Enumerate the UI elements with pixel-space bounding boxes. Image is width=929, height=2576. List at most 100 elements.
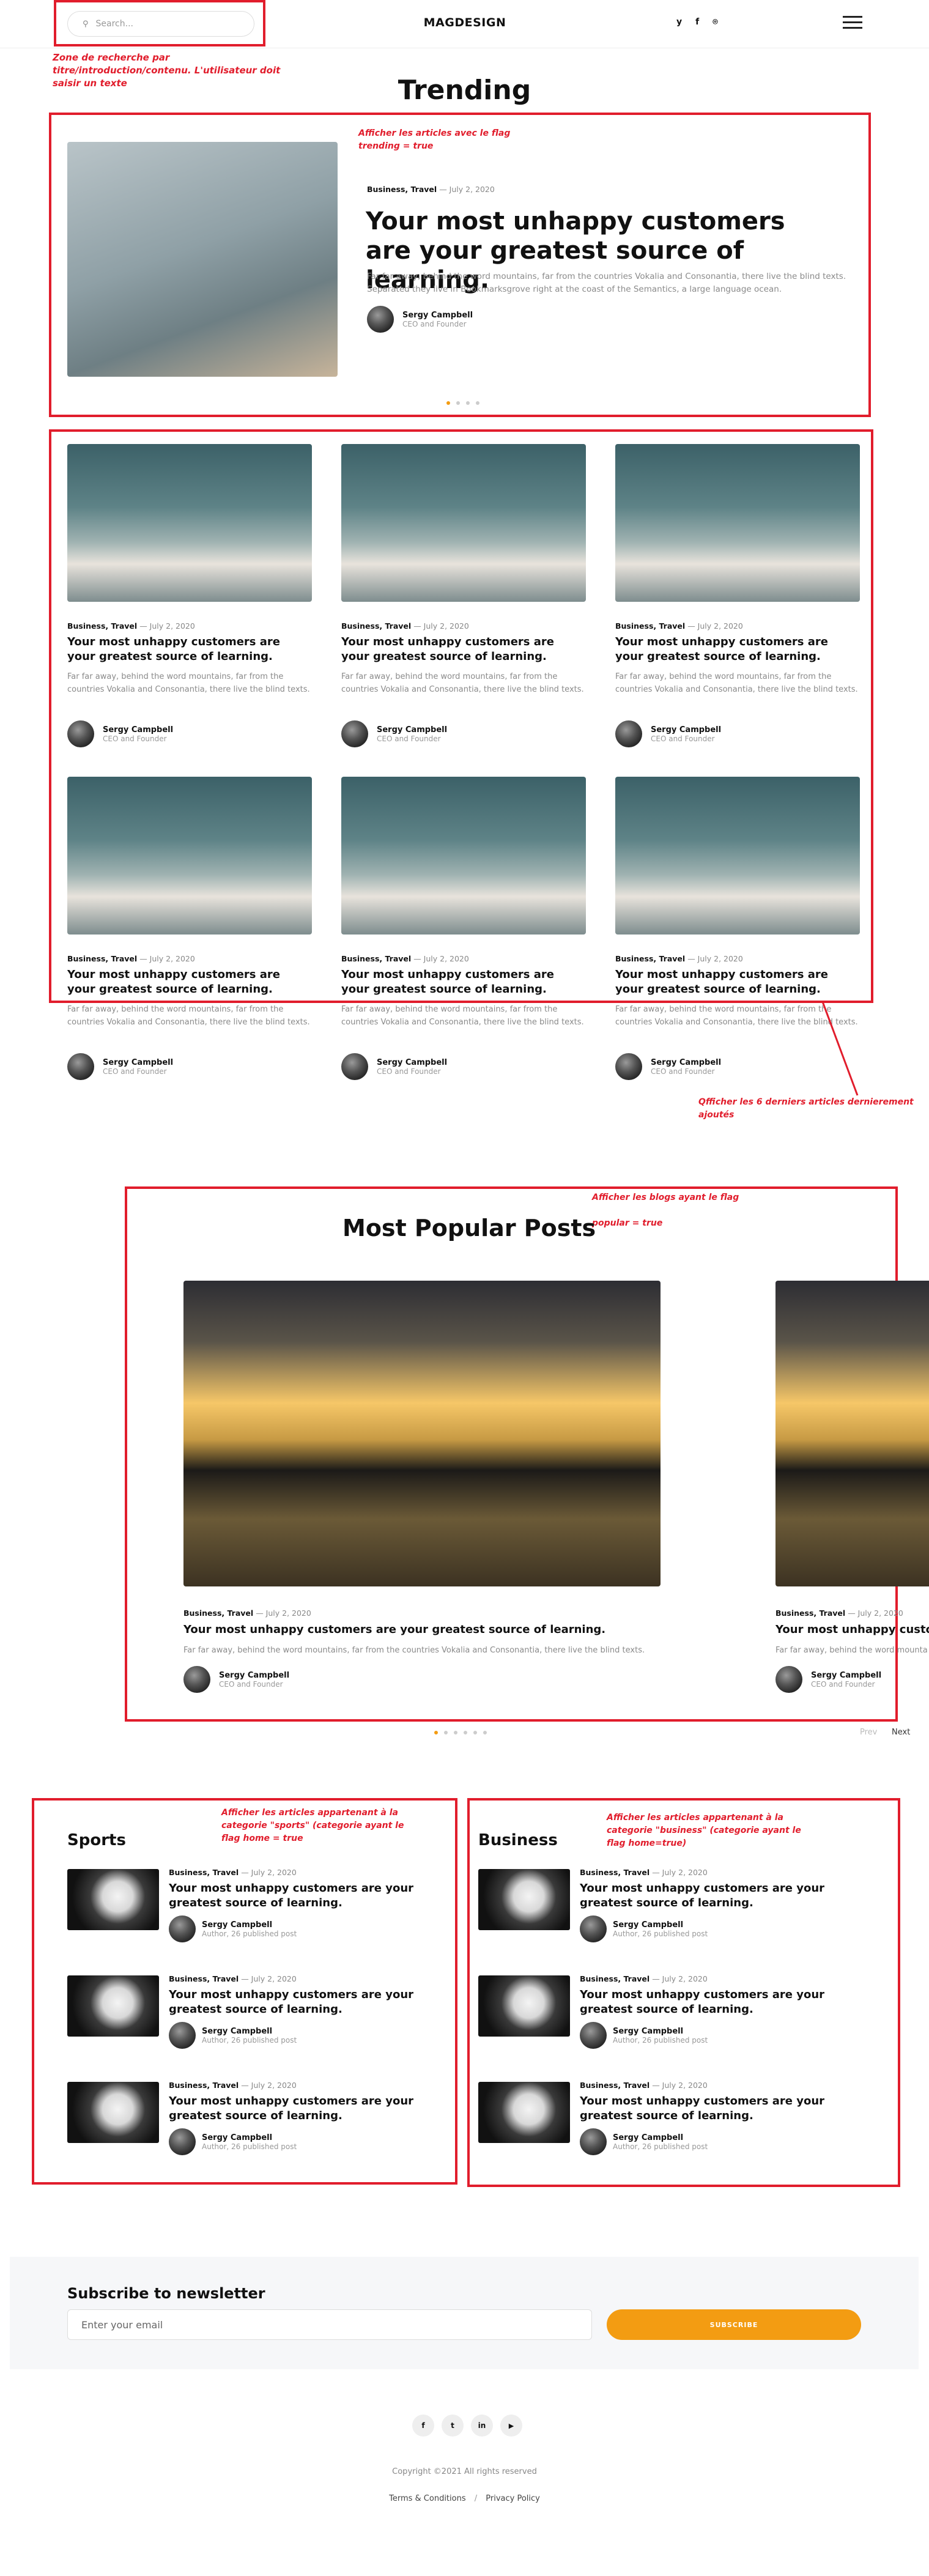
trending-carousel-dots[interactable] [446, 401, 479, 405]
article-excerpt: Far far away, behind the word mountains,… [67, 1005, 310, 1027]
article-thumbnail[interactable] [478, 1975, 570, 2037]
article-headline[interactable]: Your most unhappy customers are your gre… [169, 1988, 426, 2017]
article-headline[interactable]: Your most unhappy customers are your gre… [341, 635, 586, 664]
carousel-dot[interactable] [466, 401, 470, 405]
youtube-icon[interactable]: ▶ [500, 2415, 522, 2437]
article-meta: Business, Travel — July 2, 2020 [341, 621, 469, 631]
popular-next-slide[interactable]: Business, Travel — July 2, 2020 Your mos… [775, 1281, 929, 1709]
article-meta: Business, Travel — July 2, 2020 [169, 1868, 297, 1877]
article-image[interactable] [615, 444, 860, 602]
carousel-dot[interactable] [476, 401, 479, 405]
article-excerpt: Far far away, behind the word mountains,… [67, 672, 310, 694]
menu-icon[interactable] [843, 12, 862, 31]
carousel-dot[interactable] [434, 1731, 438, 1734]
trending-image[interactable] [67, 142, 338, 377]
list-article[interactable]: Business, Travel — July 2, 2020 Your mos… [67, 1969, 434, 2061]
article-headline[interactable]: Your most unhappy customers are your gre… [67, 968, 312, 997]
carousel-dot[interactable] [454, 1731, 457, 1734]
terms-link[interactable]: Terms & Conditions [389, 2494, 466, 2503]
article-thumbnail[interactable] [67, 2082, 159, 2143]
avatar [183, 1666, 210, 1693]
popular-annotation-2: popular = true [592, 1218, 663, 1228]
article-card[interactable]: Business, Travel — July 2, 2020 Your mos… [615, 444, 860, 774]
article-author: Sergy Campbell Author, 26 published post [580, 2022, 708, 2049]
list-article[interactable]: Business, Travel — July 2, 2020 Your mos… [478, 1969, 845, 2061]
article-headline[interactable]: Your most unhappy customers are your gre… [169, 2094, 426, 2123]
newsletter-title: Subscribe to newsletter [67, 2285, 265, 2302]
instagram-icon[interactable]: ⌾ [712, 17, 717, 27]
article-thumbnail[interactable] [478, 2082, 570, 2143]
article-image[interactable] [341, 777, 586, 935]
carousel-dot[interactable] [444, 1731, 448, 1734]
article-headline[interactable]: Your most unhappy customers are your gre… [580, 2094, 837, 2123]
prev-button[interactable]: Prev [860, 1728, 877, 1737]
article-card[interactable]: Business, Travel — July 2, 2020 Your mos… [341, 444, 586, 774]
article-thumbnail[interactable] [67, 1975, 159, 2037]
sports-title: Sports [67, 1831, 126, 1849]
article-headline[interactable]: Your most unhappy customers are your gre… [67, 635, 312, 664]
trending-meta: Business, Travel — July 2, 2020 [367, 185, 495, 194]
article-meta: Business, Travel — July 2, 2020 [580, 1868, 708, 1877]
carousel-dot[interactable] [456, 401, 460, 405]
privacy-link[interactable]: Privacy Policy [486, 2494, 540, 2503]
article-image[interactable] [67, 777, 312, 935]
article-image[interactable] [341, 444, 586, 602]
article-headline[interactable]: Your most unhappy customers are your gre… [615, 968, 860, 997]
avatar [615, 1053, 642, 1080]
article-thumbnail[interactable] [478, 1869, 570, 1930]
next-button[interactable]: Next [892, 1728, 910, 1737]
search-input[interactable]: ⚲ Search... [67, 11, 254, 37]
article-meta: Business, Travel — July 2, 2020 [169, 1974, 297, 1983]
list-article[interactable]: Business, Travel — July 2, 2020 Your mos… [478, 1863, 845, 1955]
carousel-dot[interactable] [473, 1731, 477, 1734]
article-headline[interactable]: Your most unhappy customers are your gre… [615, 635, 860, 664]
article-card[interactable]: Business, Travel — July 2, 2020 Your mos… [67, 777, 312, 1107]
article-author: Sergy Campbell CEO and Founder [341, 720, 447, 747]
facebook-icon[interactable]: f [412, 2415, 434, 2437]
article-author: Sergy Campbell CEO and Founder [341, 1053, 447, 1080]
article-thumbnail[interactable] [67, 1869, 159, 1930]
article-meta: Business, Travel — July 2, 2020 [580, 1974, 708, 1983]
facebook-icon[interactable]: f [695, 17, 699, 27]
avatar [367, 306, 394, 333]
carousel-dot[interactable] [464, 1731, 467, 1734]
carousel-dot[interactable] [446, 401, 450, 405]
avatar [67, 720, 94, 747]
list-article[interactable]: Business, Travel — July 2, 2020 Your mos… [478, 2076, 845, 2167]
article-headline[interactable]: Your most unhappy customers are your gre… [169, 1881, 426, 1911]
annotation-arrow [821, 1001, 859, 1096]
article-card[interactable]: Business, Travel — July 2, 2020 Your mos… [341, 777, 586, 1107]
article-meta: Business, Travel — July 2, 2020 [615, 954, 743, 963]
sports-annotation: Afficher les articles appartenant à la c… [221, 1808, 404, 1843]
article-headline[interactable]: Your most unhappy customers are your gre… [341, 968, 586, 997]
list-article[interactable]: Business, Travel — July 2, 2020 Your mos… [67, 2076, 434, 2167]
avatar [67, 1053, 94, 1080]
newsletter-email-input[interactable]: Enter your email [67, 2309, 592, 2340]
list-article[interactable]: Business, Travel — July 2, 2020 Your mos… [67, 1863, 434, 1955]
popular-excerpt: Far far away, behind the word mountains,… [183, 1646, 645, 1655]
avatar [580, 2128, 607, 2155]
article-meta: Business, Travel — July 2, 2020 [615, 621, 743, 631]
popular-image[interactable] [183, 1281, 661, 1586]
article-image[interactable] [67, 444, 312, 602]
article-meta: Business, Travel — July 2, 2020 [580, 2081, 708, 2090]
twitter-icon[interactable]: t [442, 2415, 464, 2437]
site-logo[interactable]: MAGDESIGN [398, 16, 532, 29]
trending-title: Trending [398, 75, 531, 106]
carousel-dot[interactable] [483, 1731, 487, 1734]
popular-headline[interactable]: Your most unhappy customers are your gre… [183, 1622, 685, 1638]
popular-author: Sergy Campbell CEO and Founder [183, 1666, 289, 1693]
article-headline[interactable]: Your most unhappy customers are your gre… [580, 1988, 837, 2017]
article-author: Sergy Campbell CEO and Founder [615, 1053, 721, 1080]
avatar [169, 2022, 196, 2049]
twitter-icon[interactable]: y [676, 17, 682, 27]
avatar [580, 1915, 607, 1942]
article-card[interactable]: Business, Travel — July 2, 2020 Your mos… [67, 444, 312, 774]
article-author: Sergy Campbell Author, 26 published post [169, 1915, 297, 1942]
subscribe-button[interactable]: SUBSCRIBE [607, 2309, 861, 2340]
article-image[interactable] [615, 777, 860, 935]
linkedin-icon[interactable]: in [471, 2415, 493, 2437]
header-social-links: y f ⌾ [676, 17, 718, 27]
article-headline[interactable]: Your most unhappy customers are your gre… [580, 1881, 837, 1911]
popular-carousel-dots[interactable] [434, 1731, 487, 1734]
